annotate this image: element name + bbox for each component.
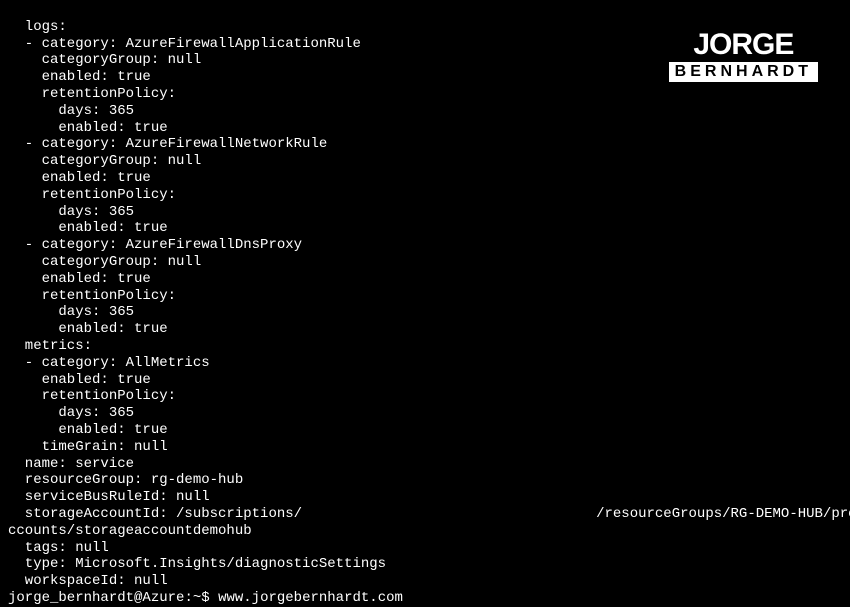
output-line: serviceBusRuleId: null <box>8 489 210 505</box>
output-line: categoryGroup: null <box>8 52 201 68</box>
prompt-command-input[interactable]: www.jorgebernhardt.com <box>218 590 403 606</box>
logo-bottom-text: BERNHARDT <box>669 62 818 82</box>
output-line: - category: AzureFirewallDnsProxy <box>8 237 302 253</box>
output-line: ccounts/storageaccountdemohub <box>8 523 252 539</box>
output-line: days: 365 <box>8 405 134 421</box>
output-line: enabled: true <box>8 372 151 388</box>
output-line: retentionPolicy: <box>8 86 176 102</box>
output-line: logs: <box>8 19 67 35</box>
output-line: - category: AzureFirewallApplicationRule <box>8 36 361 52</box>
output-line: - category: AzureFirewallNetworkRule <box>8 136 327 152</box>
output-line: - category: AllMetrics <box>8 355 210 371</box>
output-line: categoryGroup: null <box>8 153 201 169</box>
output-line: type: Microsoft.Insights/diagnosticSetti… <box>8 556 386 572</box>
prompt-path: ~ <box>193 590 201 606</box>
logo-top-text: JORGE <box>669 30 818 60</box>
output-line: enabled: true <box>8 422 168 438</box>
output-line: enabled: true <box>8 220 168 236</box>
terminal-output: logs: - category: AzureFirewallApplicati… <box>8 2 842 590</box>
output-line: enabled: true <box>8 69 151 85</box>
output-line: enabled: true <box>8 120 168 136</box>
logo-watermark: JORGE BERNHARDT <box>669 30 818 82</box>
terminal-prompt-line[interactable]: jorge_bernhardt@Azure:~$ www.jorgebernha… <box>8 590 842 607</box>
output-line: timeGrain: null <box>8 439 168 455</box>
output-line: retentionPolicy: <box>8 388 176 404</box>
output-line: resourceGroup: rg-demo-hub <box>8 472 243 488</box>
output-line: days: 365 <box>8 103 134 119</box>
output-line: days: 365 <box>8 304 134 320</box>
output-line: tags: null <box>8 540 109 556</box>
output-line: categoryGroup: null <box>8 254 201 270</box>
output-line: enabled: true <box>8 271 151 287</box>
output-line: enabled: true <box>8 170 151 186</box>
output-line: workspaceId: null <box>8 573 168 589</box>
output-line: name: service <box>8 456 134 472</box>
output-line: retentionPolicy: <box>8 288 176 304</box>
prompt-dollar: $ <box>201 590 218 606</box>
prompt-user-host: jorge_bernhardt@Azure <box>8 590 184 606</box>
output-line: enabled: true <box>8 321 168 337</box>
prompt-colon: : <box>184 590 192 606</box>
output-line: retentionPolicy: <box>8 187 176 203</box>
output-line: metrics: <box>8 338 92 354</box>
output-line: storageAccountId: /subscriptions/ /resou… <box>8 506 850 522</box>
output-line: days: 365 <box>8 204 134 220</box>
